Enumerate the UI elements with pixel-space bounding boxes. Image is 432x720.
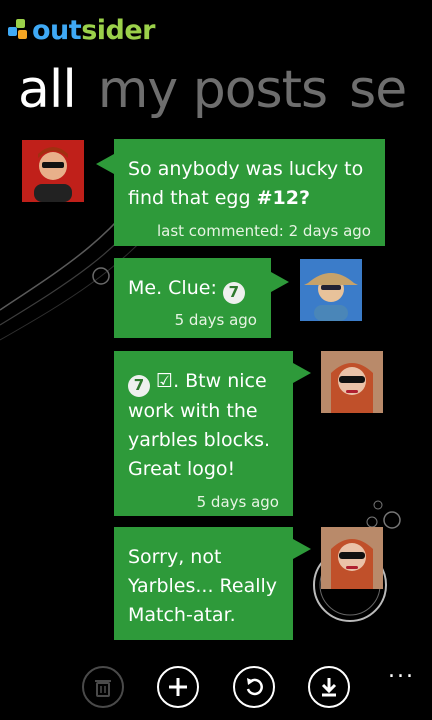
bubble-tail: [96, 154, 114, 174]
bubble-tail: [293, 539, 311, 559]
message-meta: 5 days ago: [174, 310, 257, 329]
message-text: Sorry, not Yarbles... Really Match-atar.: [128, 546, 278, 626]
avatar[interactable]: [321, 351, 383, 413]
message-meta: last commented: 2 days ago: [156, 222, 371, 240]
avatar-user-2-icon: [300, 259, 362, 321]
message-bubble[interactable]: So anybody was lucky to find that egg #1…: [114, 139, 385, 246]
download-button[interactable]: [308, 666, 350, 708]
avatar-user-3-icon: [321, 527, 383, 589]
message-text: So anybody was lucky to find that egg #1…: [128, 158, 364, 209]
pivot-item-all[interactable]: all: [18, 60, 77, 120]
app-logo: out sider: [8, 10, 155, 50]
logo-text-part2: sider: [81, 14, 155, 46]
app-bar: ...: [0, 650, 432, 720]
refresh-button[interactable]: [233, 666, 275, 708]
delete-icon: [95, 680, 111, 697]
avatar[interactable]: [300, 259, 362, 321]
pivot-item-my-posts[interactable]: my posts: [98, 60, 328, 120]
message-bubble[interactable]: 7 ☑. Btw nice work with the yarbles bloc…: [114, 351, 293, 516]
delete-button[interactable]: [82, 666, 124, 708]
message-bubble[interactable]: Sorry, not Yarbles... Really Match-atar.: [114, 527, 293, 640]
add-button[interactable]: [157, 666, 199, 708]
message-text: Me. Clue: 7: [128, 274, 257, 304]
add-icon: [169, 678, 187, 696]
pivot-header: all my posts se: [18, 58, 428, 122]
download-icon: [321, 678, 337, 697]
logo-mark-icon: [8, 19, 30, 41]
avatar[interactable]: [22, 140, 84, 202]
avatar[interactable]: [321, 527, 383, 589]
avatar-user-1-icon: [22, 140, 84, 202]
message-meta: 5 days ago: [196, 492, 279, 511]
logo-text-part1: out: [32, 14, 82, 46]
avatar-user-3-icon: [321, 351, 383, 413]
badge-count: 7: [222, 281, 245, 304]
bubble-tail: [271, 272, 289, 292]
badge-count: 7: [128, 374, 150, 397]
more-options-button[interactable]: ...: [388, 658, 415, 683]
pivot-item-next[interactable]: se: [349, 60, 407, 120]
message-text: 7 ☑. Btw nice work with the yarbles bloc…: [128, 370, 271, 480]
bubble-tail: [293, 363, 311, 383]
message-bubble[interactable]: Me. Clue: 7 5 days ago: [114, 258, 271, 338]
refresh-icon: [246, 678, 263, 696]
